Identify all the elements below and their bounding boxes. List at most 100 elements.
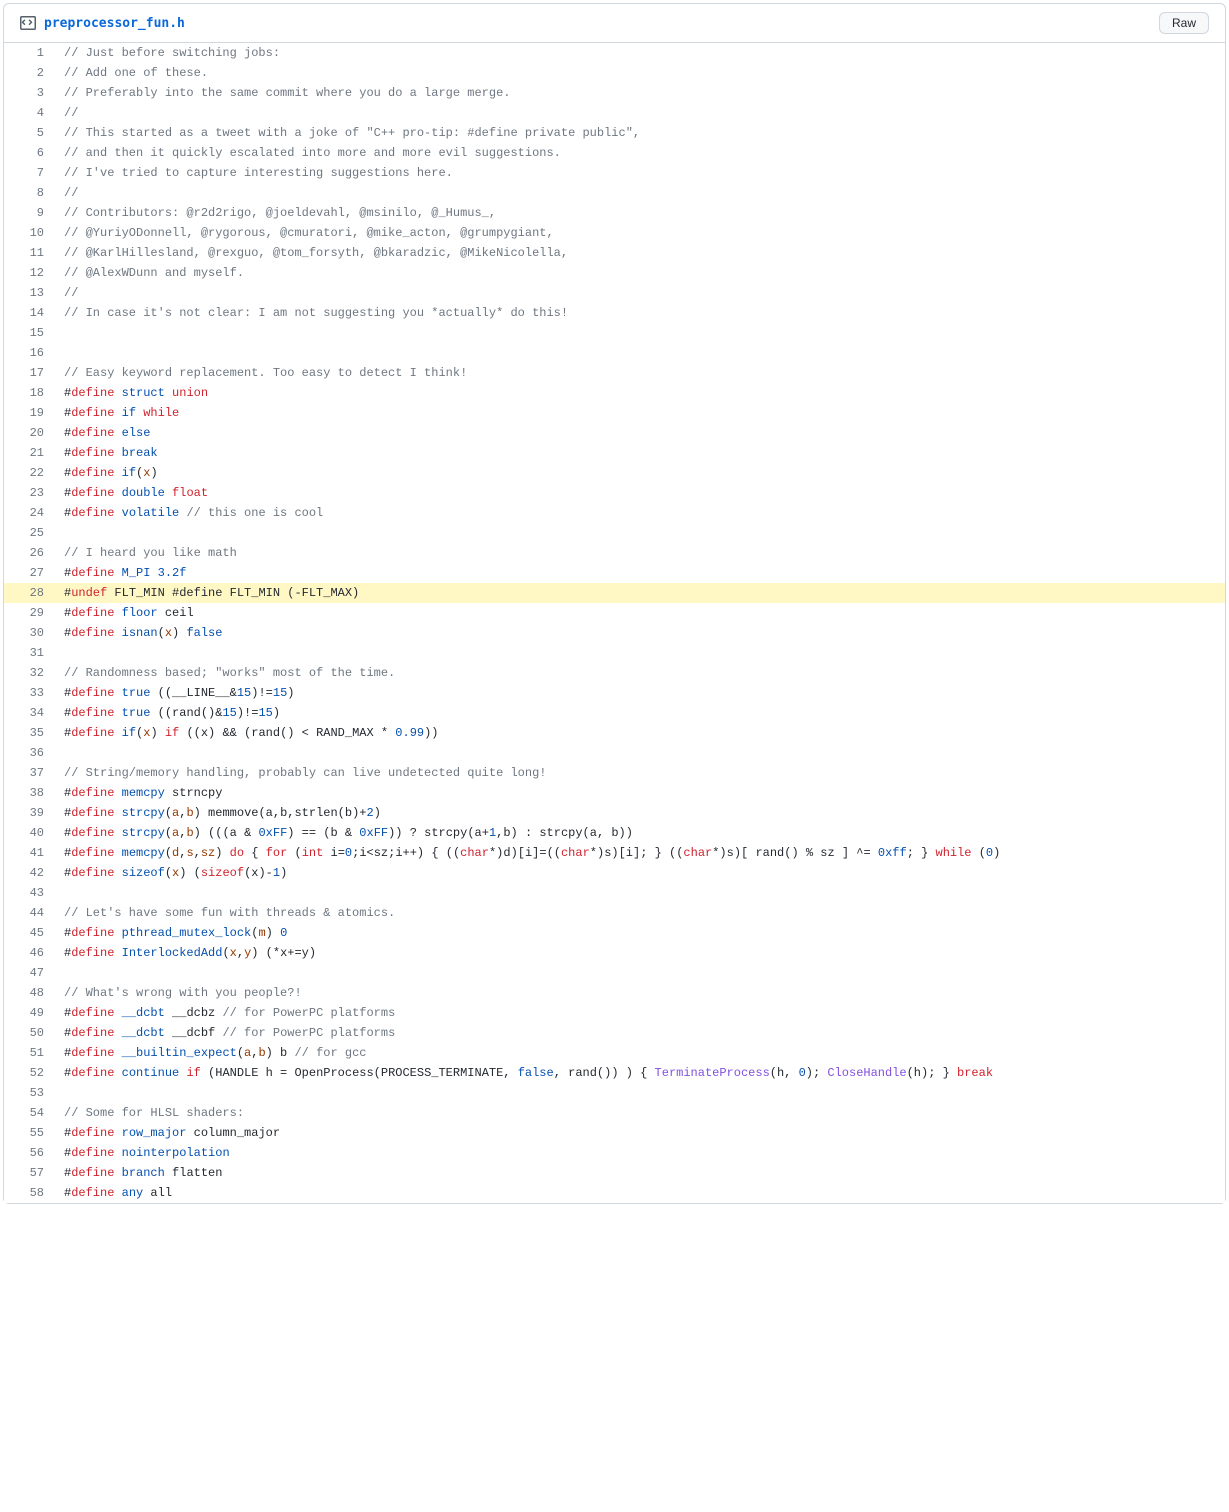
line-number[interactable]: 8	[4, 183, 54, 203]
line-number[interactable]: 12	[4, 263, 54, 283]
line-content: // Randomness based; "works" most of the…	[54, 663, 1225, 683]
line-number[interactable]: 30	[4, 623, 54, 643]
code-line: 55#define row_major column_major	[4, 1123, 1225, 1143]
line-content: #define true ((__LINE__&15)!=15)	[54, 683, 1225, 703]
code-line: 32// Randomness based; "works" most of t…	[4, 663, 1225, 683]
line-number[interactable]: 58	[4, 1183, 54, 1203]
line-number[interactable]: 11	[4, 243, 54, 263]
file-name-link[interactable]: preprocessor_fun.h	[44, 16, 185, 31]
line-content	[54, 643, 1225, 663]
line-number[interactable]: 57	[4, 1163, 54, 1183]
line-content: #define isnan(x) false	[54, 623, 1225, 643]
line-number[interactable]: 19	[4, 403, 54, 423]
code-line: 10// @YuriyODonnell, @rygorous, @cmurato…	[4, 223, 1225, 243]
line-number[interactable]: 35	[4, 723, 54, 743]
line-number[interactable]: 41	[4, 843, 54, 863]
line-number[interactable]: 38	[4, 783, 54, 803]
line-number[interactable]: 17	[4, 363, 54, 383]
line-number[interactable]: 34	[4, 703, 54, 723]
line-content: #define pthread_mutex_lock(m) 0	[54, 923, 1225, 943]
code-viewer: 1// Just before switching jobs:2// Add o…	[4, 43, 1225, 1203]
line-number[interactable]: 39	[4, 803, 54, 823]
line-content: #define branch flatten	[54, 1163, 1225, 1183]
raw-button[interactable]: Raw	[1159, 12, 1209, 34]
line-number[interactable]: 42	[4, 863, 54, 883]
code-line: 49#define __dcbt __dcbz // for PowerPC p…	[4, 1003, 1225, 1023]
line-number[interactable]: 49	[4, 1003, 54, 1023]
line-content: #define break	[54, 443, 1225, 463]
line-number[interactable]: 37	[4, 763, 54, 783]
line-content: // @AlexWDunn and myself.	[54, 263, 1225, 283]
code-line: 54// Some for HLSL shaders:	[4, 1103, 1225, 1123]
line-number[interactable]: 32	[4, 663, 54, 683]
line-content: //	[54, 183, 1225, 203]
line-number[interactable]: 10	[4, 223, 54, 243]
line-content: // @KarlHillesland, @rexguo, @tom_forsyt…	[54, 243, 1225, 263]
line-number[interactable]: 20	[4, 423, 54, 443]
line-number[interactable]: 52	[4, 1063, 54, 1083]
line-number[interactable]: 21	[4, 443, 54, 463]
line-number[interactable]: 18	[4, 383, 54, 403]
line-number[interactable]: 50	[4, 1023, 54, 1043]
line-number[interactable]: 56	[4, 1143, 54, 1163]
line-number[interactable]: 15	[4, 323, 54, 343]
line-number[interactable]: 4	[4, 103, 54, 123]
line-number[interactable]: 43	[4, 883, 54, 903]
line-number[interactable]: 51	[4, 1043, 54, 1063]
line-number[interactable]: 23	[4, 483, 54, 503]
code-line: 28#undef FLT_MIN #define FLT_MIN (-FLT_M…	[4, 583, 1225, 603]
line-content: // Just before switching jobs:	[54, 43, 1225, 63]
line-content: // Easy keyword replacement. Too easy to…	[54, 363, 1225, 383]
line-number[interactable]: 14	[4, 303, 54, 323]
code-line: 53	[4, 1083, 1225, 1103]
line-content: // and then it quickly escalated into mo…	[54, 143, 1225, 163]
line-number[interactable]: 55	[4, 1123, 54, 1143]
line-number[interactable]: 5	[4, 123, 54, 143]
line-content	[54, 323, 1225, 343]
line-content: #define nointerpolation	[54, 1143, 1225, 1163]
line-number[interactable]: 3	[4, 83, 54, 103]
line-number[interactable]: 16	[4, 343, 54, 363]
line-number[interactable]: 31	[4, 643, 54, 663]
line-number[interactable]: 47	[4, 963, 54, 983]
code-line: 43	[4, 883, 1225, 903]
code-line: 40#define strcpy(a,b) (((a & 0xFF) == (b…	[4, 823, 1225, 843]
line-number[interactable]: 54	[4, 1103, 54, 1123]
line-number[interactable]: 13	[4, 283, 54, 303]
line-number[interactable]: 36	[4, 743, 54, 763]
line-number[interactable]: 22	[4, 463, 54, 483]
line-number[interactable]: 7	[4, 163, 54, 183]
code-line: 58#define any all	[4, 1183, 1225, 1203]
code-line: 2// Add one of these.	[4, 63, 1225, 83]
line-number[interactable]: 6	[4, 143, 54, 163]
code-line: 1// Just before switching jobs:	[4, 43, 1225, 63]
line-number[interactable]: 48	[4, 983, 54, 1003]
line-number[interactable]: 40	[4, 823, 54, 843]
line-content: // I've tried to capture interesting sug…	[54, 163, 1225, 183]
line-number[interactable]: 45	[4, 923, 54, 943]
code-line: 16	[4, 343, 1225, 363]
line-number[interactable]: 46	[4, 943, 54, 963]
line-number[interactable]: 26	[4, 543, 54, 563]
line-content: #define __builtin_expect(a,b) b // for g…	[54, 1043, 1225, 1063]
line-content: #define memcpy(d,s,sz) do { for (int i=0…	[54, 843, 1225, 863]
line-number[interactable]: 29	[4, 603, 54, 623]
line-number[interactable]: 25	[4, 523, 54, 543]
line-number[interactable]: 24	[4, 503, 54, 523]
line-content: #define M_PI 3.2f	[54, 563, 1225, 583]
code-line: 6// and then it quickly escalated into m…	[4, 143, 1225, 163]
line-number[interactable]: 44	[4, 903, 54, 923]
code-line: 47	[4, 963, 1225, 983]
line-number[interactable]: 33	[4, 683, 54, 703]
line-number[interactable]: 28	[4, 583, 54, 603]
line-number[interactable]: 53	[4, 1083, 54, 1103]
code-line: 20#define else	[4, 423, 1225, 443]
line-content: #define if while	[54, 403, 1225, 423]
code-line: 52#define continue if (HANDLE h = OpenPr…	[4, 1063, 1225, 1083]
line-number[interactable]: 2	[4, 63, 54, 83]
line-content: // String/memory handling, probably can …	[54, 763, 1225, 783]
line-number[interactable]: 9	[4, 203, 54, 223]
line-number[interactable]: 27	[4, 563, 54, 583]
code-line: 31	[4, 643, 1225, 663]
line-number[interactable]: 1	[4, 43, 54, 63]
